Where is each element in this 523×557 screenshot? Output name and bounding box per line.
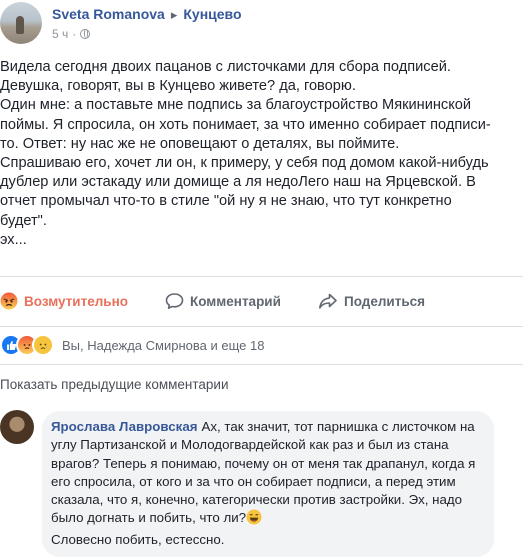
angry-face-icon bbox=[0, 292, 18, 310]
post-text-line: то. Ответ: ну нас же не оповещают о дета… bbox=[0, 135, 400, 152]
laughing-emoji-icon bbox=[246, 509, 262, 530]
action-bar: Возмутительно Комментарий Поделиться bbox=[0, 286, 523, 316]
destination-link[interactable]: Кунцево bbox=[183, 6, 241, 22]
share-label: Поделиться bbox=[344, 293, 426, 309]
post-text-line: будет". bbox=[0, 212, 47, 229]
post-text-line: Девушка, говорят, вы в Кунцево живете? д… bbox=[0, 78, 356, 95]
sad-reaction-icon bbox=[32, 334, 54, 356]
author-name-link[interactable]: Sveta Romanova bbox=[52, 6, 165, 22]
share-button[interactable]: Поделиться bbox=[318, 286, 425, 316]
post-text-line: Один мне: а поставьте мне подпись за бла… bbox=[0, 97, 472, 114]
divider bbox=[0, 364, 523, 365]
post-meta: 5 ч · bbox=[52, 27, 91, 41]
show-previous-comments-link[interactable]: Показать предыдущие комментарии bbox=[0, 377, 229, 392]
reactions-summary[interactable]: Вы, Надежда Смирнова и еще 18 bbox=[0, 334, 264, 356]
reaction-icons bbox=[0, 334, 54, 356]
comment-button[interactable]: Комментарий bbox=[165, 286, 281, 316]
post-text-line: дублер или эстакаду или домище а ля недо… bbox=[0, 174, 476, 191]
post-text-line: поймы. Я спросила, он хоть понимает, за … bbox=[0, 116, 491, 133]
globe-icon[interactable] bbox=[80, 29, 91, 39]
post-text-line: эх... bbox=[0, 231, 27, 248]
commenter-avatar[interactable] bbox=[0, 410, 34, 444]
share-arrow-icon bbox=[318, 292, 338, 310]
reaction-label: Возмутительно bbox=[24, 293, 128, 309]
divider bbox=[0, 276, 523, 277]
commenter-name-link[interactable]: Ярослава Лавровская bbox=[51, 419, 197, 434]
post-text-line: Видела сегодня двоих пацанов с листочкам… bbox=[0, 59, 451, 75]
author-line: Sveta Romanova ▸ Кунцево bbox=[52, 6, 242, 23]
divider bbox=[0, 326, 523, 327]
post-timestamp[interactable]: 5 ч bbox=[52, 27, 68, 41]
comment-text: Ах, так значит, тот парнишка с листочком… bbox=[51, 419, 476, 526]
author-avatar[interactable] bbox=[0, 2, 42, 44]
comment-bubble: Ярослава Лавровская Ах, так значит, тот п… bbox=[42, 411, 494, 557]
post-header: Sveta Romanova ▸ Кунцево 5 ч · bbox=[0, 0, 523, 48]
meta-separator: · bbox=[72, 27, 77, 41]
post-text-line: отчет промычал что-то в стиле "ой ну я н… bbox=[0, 193, 452, 210]
comment-bubble-icon bbox=[165, 292, 184, 310]
shared-to-arrow-icon: ▸ bbox=[170, 7, 178, 22]
post-text-line: Спрашиваю его, хочет ли он, к примеру, у… bbox=[0, 155, 489, 172]
post-body: Видела сегодня двоих пацанов с листочкам… bbox=[0, 58, 523, 250]
comment-text-continued: Словесно побить, естессно. bbox=[51, 531, 225, 547]
reaction-button[interactable]: Возмутительно bbox=[0, 286, 128, 316]
comment-label: Комментарий bbox=[190, 293, 281, 309]
reactions-count-text[interactable]: Вы, Надежда Смирнова и еще 18 bbox=[62, 338, 264, 353]
